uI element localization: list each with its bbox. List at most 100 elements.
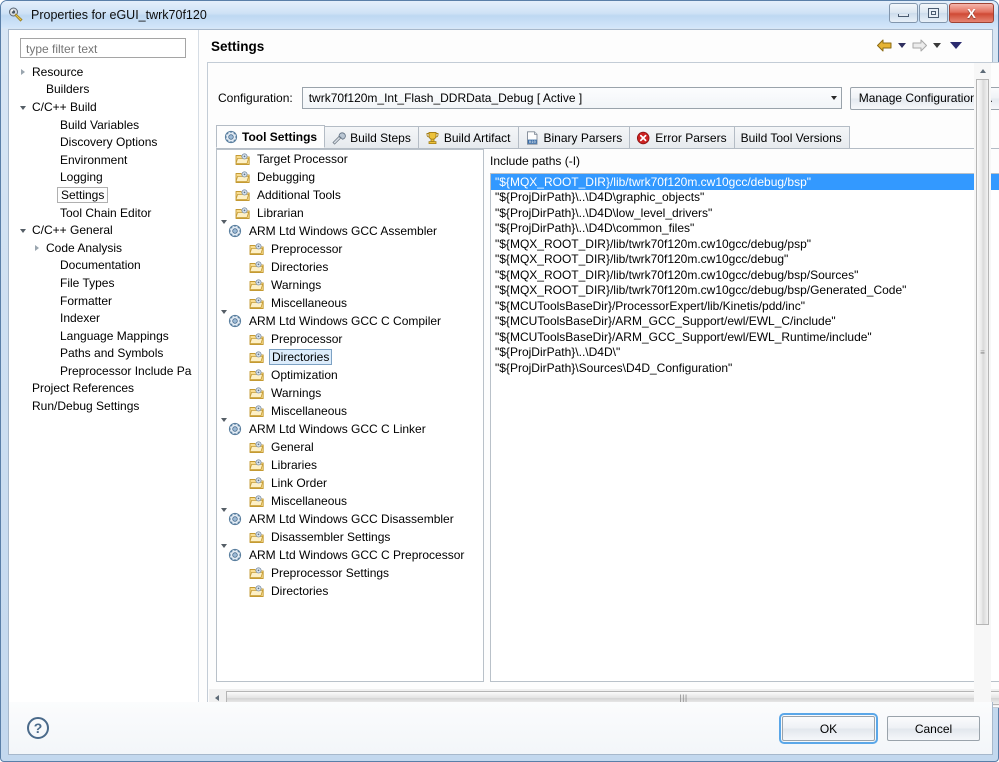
tool-tree-item-optimization[interactable]: Optimization [217, 366, 483, 384]
tab-build-steps[interactable]: Build Steps [324, 126, 419, 148]
tool-tree-item-debugging[interactable]: Debugging [217, 168, 483, 186]
collapse-chevron-icon[interactable] [20, 229, 26, 234]
tool-tree-item-miscellaneous[interactable]: Miscellaneous [217, 402, 483, 420]
include-path-row[interactable]: "${ProjDirPath}\..\D4D\" [491, 345, 999, 361]
include-paths-list[interactable]: "${MQX_ROOT_DIR}/lib/twrk70f120m.cw10gcc… [490, 173, 999, 682]
tree-twisty[interactable] [17, 68, 29, 75]
tab-binary-parsers[interactable]: 010 Binary Parsers [517, 126, 631, 148]
include-path-row[interactable]: "${ProjDirPath}\..\D4D\low_level_drivers… [491, 205, 999, 221]
page-vertical-scrollbar[interactable]: ≡ [974, 63, 991, 727]
close-button[interactable]: X [949, 3, 994, 23]
help-icon[interactable]: ? [27, 717, 49, 739]
sidebar-item-resource[interactable]: Resource [9, 63, 198, 81]
tab-tool-settings[interactable]: Tool Settings [216, 125, 326, 148]
tool-tree-item-disassembler-settings[interactable]: Disassembler Settings [217, 528, 483, 546]
tool-tree-item-general[interactable]: General [217, 438, 483, 456]
expand-chevron-icon[interactable] [35, 244, 39, 251]
sidebar-item-code-analysis[interactable]: Code Analysis [9, 239, 198, 257]
tab-build-tool-versions[interactable]: Build Tool Versions [733, 126, 850, 148]
tool-tree-item-directories[interactable]: Directories [217, 582, 483, 600]
tool-tree-item-arm-ltd-windows-gcc-c-compiler[interactable]: ARM Ltd Windows GCC C Compiler [217, 310, 483, 330]
forward-history-chevron-down-icon[interactable] [933, 43, 941, 48]
include-path-row[interactable]: "${MCUToolsBaseDir}/ARM_GCC_Support/ewl/… [491, 329, 999, 345]
sidebar-item-c-c-general[interactable]: C/C++ General [9, 221, 198, 239]
include-path-row[interactable]: "${ProjDirPath}\..\D4D\graphic_objects" [491, 190, 999, 206]
tool-tree-item-preprocessor-settings[interactable]: Preprocessor Settings [217, 564, 483, 582]
sidebar-item-paths-and-symbols[interactable]: Paths and Symbols [9, 345, 198, 363]
include-path-row[interactable]: "${MQX_ROOT_DIR}/lib/twrk70f120m.cw10gcc… [491, 252, 999, 268]
sidebar-item-language-mappings[interactable]: Language Mappings [9, 327, 198, 345]
tool-tree-item-warnings[interactable]: Warnings [217, 384, 483, 402]
tool-tree-item-warnings[interactable]: Warnings [217, 276, 483, 294]
include-path-row[interactable]: "${MQX_ROOT_DIR}/lib/twrk70f120m.cw10gcc… [491, 236, 999, 252]
sidebar-item-settings[interactable]: Settings [9, 186, 198, 204]
include-path-row[interactable]: "${MQX_ROOT_DIR}/lib/twrk70f120m.cw10gcc… [491, 283, 999, 299]
tool-tree-item-arm-ltd-windows-gcc-c-preprocessor[interactable]: ARM Ltd Windows GCC C Preprocessor [217, 544, 483, 564]
sidebar-item-build-variables[interactable]: Build Variables [9, 116, 198, 134]
ok-button[interactable]: OK [779, 713, 878, 744]
tool-tree-item-arm-ltd-windows-gcc-assembler[interactable]: ARM Ltd Windows GCC Assembler [217, 220, 483, 240]
tool-tree-item-target-processor[interactable]: Target Processor [217, 150, 483, 168]
binary-file-icon: 010 [525, 130, 540, 145]
include-paths-rows: "${MQX_ROOT_DIR}/lib/twrk70f120m.cw10gcc… [491, 174, 999, 376]
wrench-icon [331, 131, 346, 145]
filter-input[interactable] [20, 38, 186, 58]
sidebar-item-preprocessor-include-pa[interactable]: Preprocessor Include Pa [9, 362, 198, 380]
collapse-chevron-icon[interactable] [20, 105, 26, 110]
properties-dialog-window: Properties for eGUI_twrk70f120 X Resourc… [0, 0, 999, 762]
tab-label: Binary Parsers [543, 130, 623, 145]
view-menu-icon[interactable] [950, 42, 962, 49]
tool-tree-item-additional-tools[interactable]: Additional Tools [217, 186, 483, 204]
minimize-button[interactable] [889, 3, 918, 23]
back-history-chevron-down-icon[interactable] [898, 43, 906, 48]
sidebar-item-documentation[interactable]: Documentation [9, 257, 198, 275]
tree-twisty[interactable] [17, 227, 29, 234]
tool-tree-item-preprocessor[interactable]: Preprocessor [217, 240, 483, 258]
sidebar-item-logging[interactable]: Logging [9, 169, 198, 187]
include-path-row[interactable]: "${MCUToolsBaseDir}/ProcessorExpert/lib/… [491, 298, 999, 314]
tab-build-artifact[interactable]: Build Artifact [417, 126, 519, 148]
tool-tree-item-arm-ltd-windows-gcc-c-linker[interactable]: ARM Ltd Windows GCC C Linker [217, 418, 483, 438]
sidebar-item-file-types[interactable]: File Types [9, 274, 198, 292]
tool-tree-item-directories[interactable]: Directories [217, 348, 483, 366]
folder-icon [249, 494, 265, 508]
configuration-select[interactable]: twrk70f120m_Int_Flash_DDRData_Debug [ Ac… [301, 87, 842, 109]
include-path-row[interactable]: "${MQX_ROOT_DIR}/lib/twrk70f120m.cw10gcc… [491, 174, 999, 190]
include-path-row[interactable]: "${MCUToolsBaseDir}/ARM_GCC_Support/ewl/… [491, 314, 999, 330]
include-path-row[interactable]: "${ProjDirPath}\..\D4D\common_files" [491, 221, 999, 237]
tool-tree-item-arm-ltd-windows-gcc-disassembler[interactable]: ARM Ltd Windows GCC Disassembler [217, 508, 483, 528]
tool-tree-item-libraries[interactable]: Libraries [217, 456, 483, 474]
sidebar-item-formatter[interactable]: Formatter [9, 292, 198, 310]
tab-label: Error Parsers [655, 130, 727, 145]
settings-tree[interactable]: Resource Builders C/C++ Build Build Variabl… [9, 63, 198, 714]
back-arrow-icon[interactable] [876, 38, 893, 53]
sidebar-item-tool-chain-editor[interactable]: Tool Chain Editor [9, 204, 198, 222]
sidebar-item-indexer[interactable]: Indexer [9, 309, 198, 327]
tool-options-tree[interactable]: Target Processor Debugging Additional Tool… [216, 149, 484, 682]
tree-twisty[interactable] [17, 104, 29, 110]
sidebar-item-discovery-options[interactable]: Discovery Options [9, 133, 198, 151]
expand-chevron-icon[interactable] [21, 68, 25, 75]
maximize-button[interactable] [919, 3, 948, 23]
tab-error-parsers[interactable]: Error Parsers [629, 126, 735, 148]
tree-twisty[interactable] [31, 244, 43, 251]
sidebar-item-c-c-build[interactable]: C/C++ Build [9, 98, 198, 116]
settings-tab-bar[interactable]: Tool Settings Build Steps Build Artifact 01… [216, 125, 999, 149]
sidebar-item-project-references[interactable]: Project References [9, 380, 198, 398]
page-scroll-thumb[interactable]: ≡ [976, 79, 989, 625]
page-scroll-up-arrow[interactable] [974, 63, 991, 79]
tool-tree-item-miscellaneous[interactable]: Miscellaneous [217, 492, 483, 510]
tool-tree-item-preprocessor[interactable]: Preprocessor [217, 330, 483, 348]
tool-tree-item-directories[interactable]: Directories [217, 258, 483, 276]
tool-tree-item-miscellaneous[interactable]: Miscellaneous [217, 294, 483, 312]
include-path-row[interactable]: "${MQX_ROOT_DIR}/lib/twrk70f120m.cw10gcc… [491, 267, 999, 283]
tool-tree-item-link-order[interactable]: Link Order [217, 474, 483, 492]
sidebar-item-builders[interactable]: Builders [9, 81, 198, 99]
tool-tree-item-label: Optimization [271, 368, 338, 382]
tab-label: Build Tool Versions [740, 130, 842, 145]
sidebar-item-run-debug-settings[interactable]: Run/Debug Settings [9, 397, 198, 415]
sidebar-item-environment[interactable]: Environment [9, 151, 198, 169]
tool-tree-item-librarian[interactable]: Librarian [217, 204, 483, 222]
include-path-row[interactable]: "${ProjDirPath}\Sources\D4D_Configuratio… [491, 360, 999, 376]
cancel-button[interactable]: Cancel [887, 716, 980, 741]
